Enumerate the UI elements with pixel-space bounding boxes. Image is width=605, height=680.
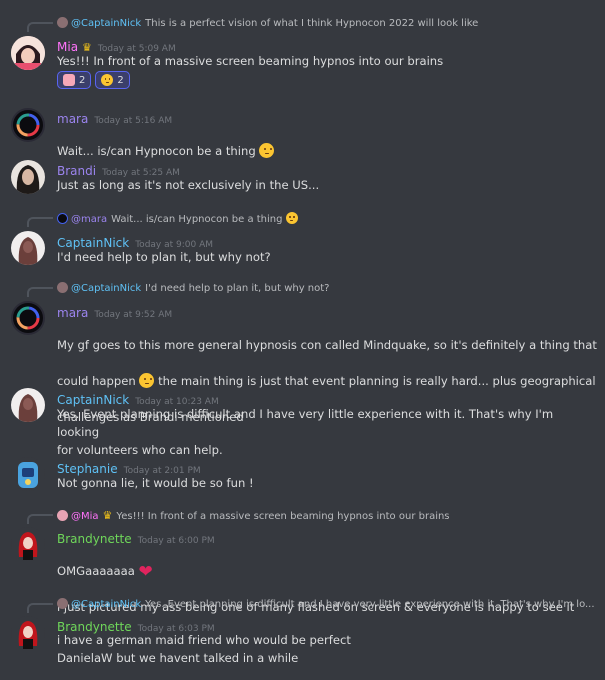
brandynette-avatar-art: [18, 532, 38, 560]
message-text: Not gonna lie, it would be so fun !: [57, 476, 254, 490]
thinking-face-icon: [139, 373, 155, 388]
captainnick-mini-avatar: [57, 598, 68, 609]
captainnick-avatar-art: [11, 231, 45, 265]
avatar[interactable]: [11, 388, 45, 422]
captainnick-avatar-art: [11, 388, 45, 422]
mia-mini-avatar: [57, 510, 68, 521]
avatar[interactable]: [11, 616, 45, 650]
reply-reference[interactable]: @CaptainNick I'd need help to plan it, bu…: [57, 282, 330, 296]
stephanie-avatar-art: [18, 462, 38, 488]
mara-avatar-art: [16, 113, 40, 137]
avatar[interactable]: [11, 160, 45, 194]
captainnick-mini-avatar: [57, 17, 68, 28]
reaction-smiling-face[interactable]: 2: [57, 71, 92, 89]
crown-icon: ♛: [102, 509, 113, 522]
heart-eyes-icon: [101, 74, 114, 86]
reaction-heart-eyes[interactable]: 2: [95, 71, 130, 89]
message-text: Yes. Event planning is difficult and I h…: [57, 407, 554, 457]
captainnick-mini-avatar: [57, 282, 68, 293]
message-text: Yes!!! In front of a massive screen beam…: [57, 54, 444, 68]
mia-avatar-art: [11, 36, 45, 70]
reply-reference[interactable]: @CaptainNick This is a perfect vision of …: [57, 17, 478, 31]
avatar[interactable]: [11, 231, 45, 265]
message-text: Wait... is/can Hypnocon be a thing: [57, 124, 597, 160]
message-text: Just as long as it's not exclusively in …: [57, 178, 320, 192]
avatar[interactable]: [11, 527, 45, 561]
message-text: i have a german maid friend who would be…: [57, 633, 351, 665]
red-heart-icon: ❤: [138, 562, 153, 582]
brandi-avatar-art: [11, 160, 45, 194]
avatar[interactable]: [11, 301, 45, 335]
smiling-face-icon: [63, 74, 75, 86]
mara-avatar-art: [16, 306, 40, 330]
mara-mini-avatar: [57, 213, 68, 224]
thinking-face-icon: [285, 212, 298, 224]
avatar[interactable]: [11, 108, 45, 142]
reply-reference[interactable]: @mara Wait... is/can Hypnocon be a thing: [57, 212, 298, 226]
message-text: I'd need help to plan it, but why not?: [57, 250, 271, 264]
avatar[interactable]: [11, 36, 45, 70]
reply-reference[interactable]: @Mia ♛ Yes!!! In front of a massive screen…: [57, 509, 450, 523]
reply-reference[interactable]: @CaptainNick Yes. Event planning is diffi…: [57, 598, 595, 612]
thinking-face-icon: [259, 143, 275, 158]
avatar[interactable]: [11, 457, 45, 491]
brandynette-avatar-art: [18, 621, 38, 649]
